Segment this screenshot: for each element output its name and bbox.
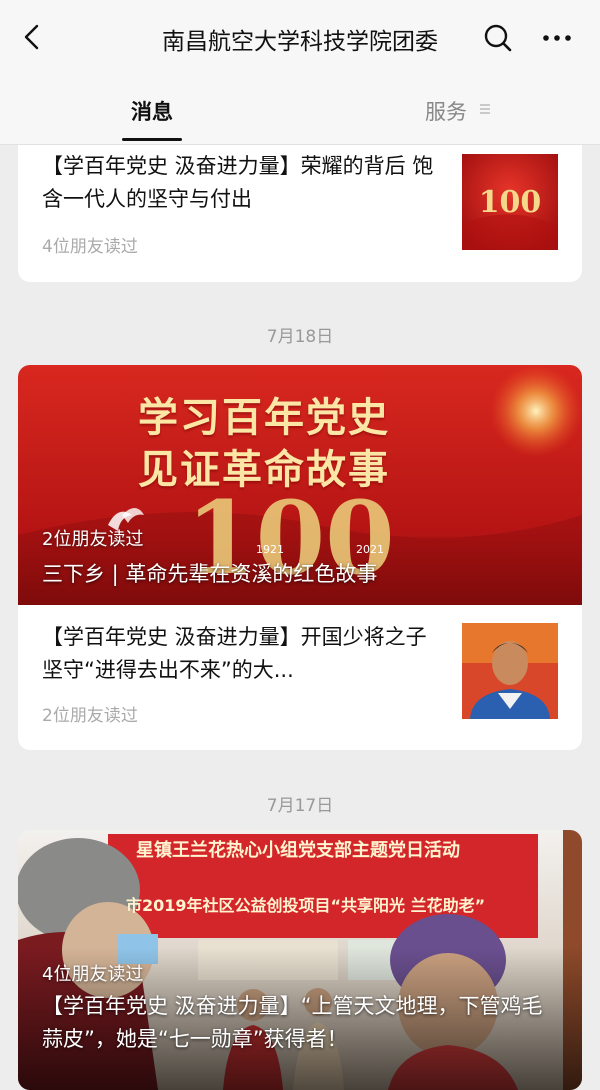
article-group-card: 学习百年党史 见证革命故事 100 1921 2021 2位朋友读过 三下乡 |… — [18, 365, 582, 750]
date-divider: 7月18日 — [266, 327, 334, 347]
date-divider: 7月17日 — [266, 796, 334, 816]
photo-banner-text-1: 星镇王兰花热心小组党支部主题党日活动 — [136, 840, 460, 861]
friends-read-count: 4位朋友读过 — [42, 964, 144, 985]
tab-messages[interactable]: 消息 — [98, 96, 206, 126]
article-title[interactable]: 【学百年党史 汲奋进力量】“上管天文地理，下管鸡毛蒜皮”，她是“七一勋章”获得者… — [42, 990, 562, 1056]
year-start: 1921 — [256, 543, 284, 556]
search-icon[interactable] — [482, 22, 514, 54]
article-card[interactable]: 【学百年党史 汲奋进力量】荣耀的背后 饱含一代人的坚守与付出 4位朋友读过 10… — [18, 126, 582, 282]
tab-services[interactable]: 服务 — [425, 96, 467, 126]
photo-banner-text-2: 市2019年社区公益创投项目“共享阳光 兰花助老” — [126, 896, 486, 915]
thumbnail-100-text: 100 — [479, 185, 542, 220]
friends-read-count: 4位朋友读过 — [42, 237, 138, 257]
top-bar: 南昌航空大学科技学院团委 — [0, 0, 600, 74]
year-end: 2021 — [356, 543, 384, 556]
more-icon[interactable] — [540, 22, 574, 54]
banner-article-photo[interactable]: 星镇王兰花热心小组党支部主题党日活动 市2019年社区公益创投项目“共享阳光 兰… — [18, 830, 582, 1090]
menu-lines-icon — [480, 104, 490, 114]
tab-bar: 消息 服务 — [0, 74, 600, 145]
article-thumbnail-portrait[interactable] — [462, 623, 558, 719]
chevron-left-icon[interactable] — [18, 22, 48, 52]
banner-article[interactable]: 学习百年党史 见证革命故事 100 1921 2021 2位朋友读过 三下乡 |… — [18, 365, 582, 605]
active-tab-indicator — [122, 138, 182, 141]
article-title[interactable]: 【学百年党史 汲奋进力量】荣耀的背后 饱含一代人的坚守与付出 — [42, 150, 437, 216]
article-thumbnail[interactable]: 100 — [462, 154, 558, 250]
friends-read-count: 2位朋友读过 — [42, 529, 144, 550]
page-title: 南昌航空大学科技学院团委 — [162, 29, 438, 55]
friends-read-count: 2位朋友读过 — [42, 706, 138, 726]
article-title[interactable]: 【学百年党史 汲奋进力量】开国少将之子坚守“进得去出不来”的大... — [42, 621, 437, 687]
banner-headline-1: 学习百年党史 — [138, 394, 390, 441]
article-title[interactable]: 三下乡 | 革命先辈在资溪的红色故事 — [42, 558, 562, 591]
article-group-card: 星镇王兰花热心小组党支部主题党日活动 市2019年社区公益创投项目“共享阳光 兰… — [18, 830, 582, 1090]
